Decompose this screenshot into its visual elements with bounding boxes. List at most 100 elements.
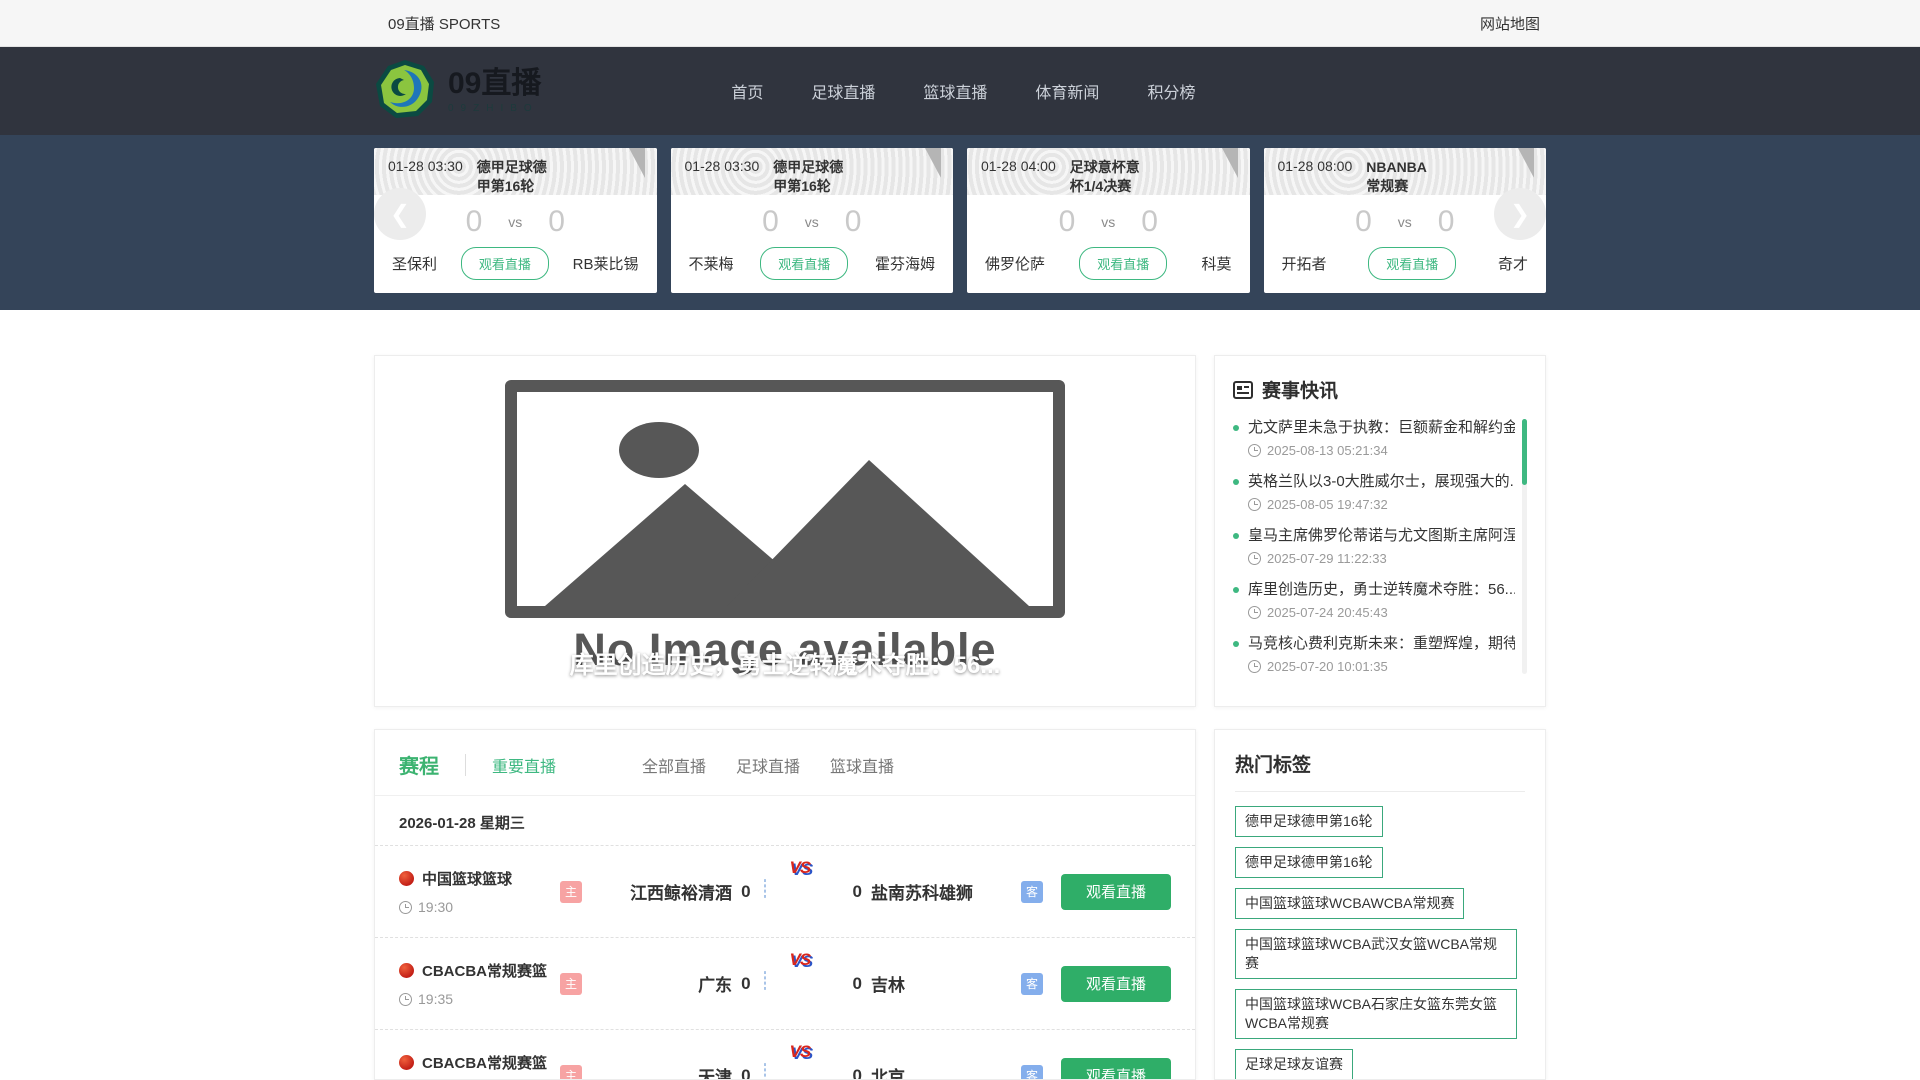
match-time: 01-28 08:00: [1278, 158, 1353, 195]
corner-ribbon-icon: [1222, 148, 1238, 178]
clock-icon: [1248, 606, 1261, 619]
tag-link[interactable]: 中国篮球篮球WCBA石家庄女篮东莞女篮WCBA常规赛: [1235, 989, 1517, 1039]
away-badge: 客: [1021, 881, 1043, 903]
vs-label: vs: [1101, 214, 1115, 230]
home-badge: 主: [560, 1065, 582, 1080]
nav-item-home[interactable]: 首页: [731, 79, 763, 103]
watch-live-button[interactable]: 观看直播: [1368, 247, 1456, 280]
news-item: 尤文萨里未急于执教：巨额薪金和解约金... 2025-08-13 05:21:3…: [1233, 417, 1515, 458]
match-card[interactable]: 01-28 03:30 德甲足球德 甲第16轮 0 vs 0 不莱梅 观看直播 …: [671, 148, 954, 293]
clock-icon: [1248, 498, 1261, 511]
tab-football-live[interactable]: 足球直播: [736, 753, 800, 777]
news-link[interactable]: 库里创造历史，勇士逆转魔术夺胜：56...: [1233, 579, 1515, 600]
news-link[interactable]: 尤文萨里未急于执教：巨额薪金和解约金...: [1233, 417, 1515, 438]
away-team: RB莱比锡: [573, 253, 639, 274]
hot-tags-panel: 热门标签 德甲足球德甲第16轮 德甲足球德甲第16轮 中国篮球篮球WCBAWCB…: [1214, 729, 1546, 1080]
match-card[interactable]: 01-28 04:00 足球意杯意 杯1/4决赛 0 vs 0 佛罗伦萨 观看直…: [967, 148, 1250, 293]
home-badge: 主: [560, 973, 582, 995]
match-carousel: 01-28 03:30 德甲足球德 甲第16轮 0 vs 0 圣保利 观看直播 …: [374, 135, 1546, 293]
schedule-row: CBACBA常规赛篮 19:35 主 天津 0 VS: [375, 1029, 1195, 1080]
carousel-prev-button[interactable]: ❮: [374, 188, 426, 240]
home-team: 不莱梅: [689, 253, 734, 274]
nav-menu: 首页 足球直播 篮球直播 体育新闻 积分榜: [731, 79, 1243, 103]
score-pill: [764, 971, 766, 990]
vs-icon: VS: [790, 1042, 811, 1062]
news-link[interactable]: 英格兰队以3-0大胜威尔士，展现强大的...: [1233, 471, 1515, 492]
match-league: 德甲足球德 甲第16轮: [773, 158, 877, 194]
news-link[interactable]: 马竞核心费利克斯未来：重塑辉煌，期待...: [1233, 633, 1515, 654]
away-badge: 客: [1021, 1065, 1043, 1080]
row-away-score: 0: [853, 882, 862, 902]
schedule-row: 中国篮球篮球 19:30 主 江西鲸裕清酒 0 VS: [375, 845, 1195, 937]
news-link[interactable]: 皇马主席佛罗伦蒂诺与尤文图斯主席阿涅...: [1233, 525, 1515, 546]
nav-item-sports-news[interactable]: 体育新闻: [1035, 79, 1099, 103]
tags-cloud: 德甲足球德甲第16轮 德甲足球德甲第16轮 中国篮球篮球WCBAWCBA常规赛 …: [1235, 792, 1525, 1080]
tag-link[interactable]: 足球足球友谊赛: [1235, 1049, 1353, 1080]
match-league: 德甲足球德 甲第16轮: [477, 158, 581, 194]
watch-live-button[interactable]: 观看直播: [1061, 966, 1171, 1002]
nav-item-basketball-live[interactable]: 篮球直播: [923, 79, 987, 103]
home-badge: 主: [560, 881, 582, 903]
row-time: 19:35: [418, 991, 453, 1007]
tag-link[interactable]: 中国篮球篮球WCBAWCBA常规赛: [1235, 888, 1464, 919]
home-score: 0: [762, 205, 779, 239]
row-home-score: 0: [741, 1066, 750, 1080]
news-item: 英格兰队以3-0大胜威尔士，展现强大的... 2025-08-05 19:47:…: [1233, 471, 1515, 512]
scrollbar-thumb[interactable]: [1522, 419, 1527, 485]
home-team: 佛罗伦萨: [985, 253, 1045, 274]
match-time: 01-28 04:00: [981, 158, 1056, 195]
news-list: 尤文萨里未急于执教：巨额薪金和解约金... 2025-08-13 05:21:3…: [1233, 417, 1527, 674]
tab-important-live[interactable]: 重要直播: [492, 753, 556, 777]
logo-title: 09直播: [448, 69, 541, 99]
schedule-date: 2026-01-28 星期三: [375, 796, 1195, 845]
basketball-icon: [399, 1055, 414, 1070]
tag-link[interactable]: 中国篮球篮球WCBA武汉女篮WCBA常规赛: [1235, 929, 1517, 979]
row-away-score: 0: [853, 974, 862, 994]
news-panel: 赛事快讯 尤文萨里未急于执教：巨额薪金和解约金... 2025-08-13 05…: [1214, 355, 1546, 707]
away-score: 0: [1438, 205, 1455, 239]
hero-band: ❮ ❯ 01-28 03:30 德甲足球德 甲第16轮 0 vs 0: [0, 135, 1920, 310]
hot-tags-title: 热门标签: [1235, 750, 1525, 792]
watch-live-button[interactable]: 观看直播: [1079, 247, 1167, 280]
news-timestamp: 2025-08-13 05:21:34: [1267, 443, 1388, 458]
clock-icon: [399, 901, 412, 914]
news-timestamp: 2025-07-24 20:45:43: [1267, 605, 1388, 620]
vs-icon: VS: [790, 950, 811, 970]
watch-live-button[interactable]: 观看直播: [461, 247, 549, 280]
tab-all-live[interactable]: 全部直播: [642, 753, 706, 777]
banner-caption[interactable]: 库里创造历史，勇士逆转魔术夺胜：56...: [375, 645, 1195, 680]
row-home-team: 江西鲸裕清酒: [582, 879, 732, 904]
site-logo[interactable]: 09直播 09ZHIBO: [374, 58, 541, 125]
corner-ribbon-icon: [1518, 148, 1534, 178]
vs-label: vs: [508, 214, 522, 230]
away-score: 0: [845, 205, 862, 239]
score-pill: [764, 1063, 766, 1080]
schedule-row: CBACBA常规赛篮 19:35 主 广东 0 VS: [375, 937, 1195, 1029]
tag-link[interactable]: 德甲足球德甲第16轮: [1235, 806, 1383, 837]
tab-basketball-live[interactable]: 篮球直播: [830, 753, 894, 777]
sitemap-link[interactable]: 网站地图: [1480, 13, 1546, 34]
watch-live-button[interactable]: 观看直播: [760, 247, 848, 280]
nav-item-football-live[interactable]: 足球直播: [811, 79, 875, 103]
tag-link[interactable]: 德甲足球德甲第16轮: [1235, 847, 1383, 878]
divider: [465, 754, 466, 776]
row-league: CBACBA常规赛篮: [422, 960, 547, 981]
row-away-team: 吉林: [871, 971, 1021, 996]
schedule-title: 赛程: [399, 750, 439, 779]
logo-icon: [374, 58, 436, 125]
nav-item-standings[interactable]: 积分榜: [1147, 79, 1195, 103]
news-banner[interactable]: No Image available 库里创造历史，勇士逆转魔术夺胜：56...: [374, 355, 1196, 707]
top-bar: 09直播 SPORTS 网站地图: [0, 0, 1920, 47]
carousel-next-button[interactable]: ❯: [1494, 188, 1546, 240]
basketball-icon: [399, 963, 414, 978]
watch-live-button[interactable]: 观看直播: [1061, 874, 1171, 910]
schedule-panel: 赛程 重要直播 全部直播 足球直播 篮球直播 2026-01-28 星期三 中国…: [374, 729, 1196, 1080]
match-time: 01-28 03:30: [685, 158, 760, 195]
watch-live-button[interactable]: 观看直播: [1061, 1058, 1171, 1080]
logo-subtitle: 09ZHIBO: [448, 103, 541, 114]
home-team: 开拓者: [1282, 253, 1327, 274]
site-brand: 09直播 SPORTS: [374, 13, 500, 34]
home-score: 0: [466, 205, 483, 239]
vs-label: vs: [1398, 214, 1412, 230]
clock-icon: [1248, 552, 1261, 565]
